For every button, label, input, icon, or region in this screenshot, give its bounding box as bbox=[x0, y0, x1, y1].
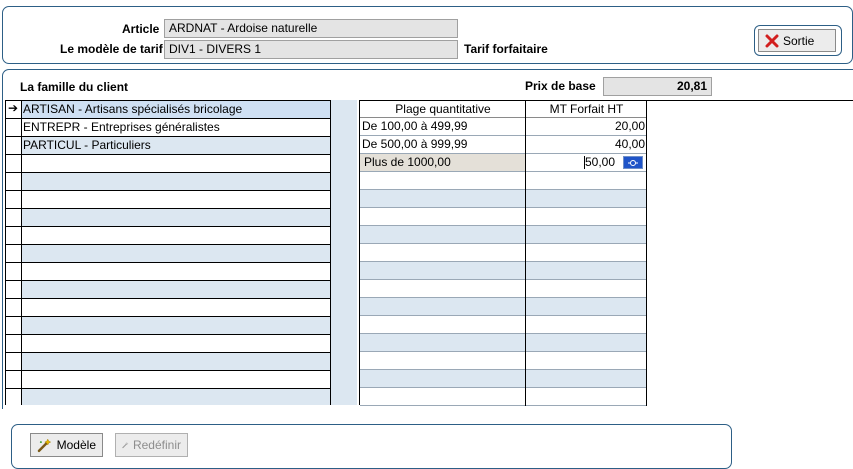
famille-client-label: La famille du client bbox=[20, 80, 129, 94]
list-item-famille[interactable]: ➔ ARTISAN - Artisans spécialisés bricola… bbox=[6, 101, 330, 119]
table-row-empty[interactable] bbox=[360, 172, 647, 190]
cell-plage: De 100,00 à 499,99 bbox=[362, 119, 468, 133]
close-icon bbox=[765, 34, 779, 47]
column-header-montant[interactable]: MT Forfait HT bbox=[526, 101, 647, 118]
modele-tarif-label: Le modèle de tarif bbox=[60, 42, 163, 56]
table-row[interactable]: Plus de 1000,00 50,00 bbox=[360, 154, 647, 172]
list-item-empty[interactable] bbox=[6, 299, 330, 317]
modele-button-label: Modèle bbox=[56, 438, 96, 452]
table-row-empty[interactable] bbox=[360, 208, 647, 226]
cell-plage: De 500,00 à 999,99 bbox=[362, 137, 468, 151]
list-item-empty[interactable] bbox=[6, 227, 330, 245]
calculator-icon[interactable] bbox=[623, 156, 643, 169]
list-item-label: PARTICUL - Particuliers bbox=[23, 138, 151, 152]
row-pointer-icon: ➔ bbox=[8, 101, 19, 115]
table-row-empty[interactable] bbox=[360, 370, 647, 388]
list-item-label: ENTREPR - Entreprises généralistes bbox=[23, 120, 220, 134]
sortie-button[interactable]: Sortie bbox=[758, 29, 836, 52]
text-cursor bbox=[584, 156, 585, 169]
sortie-button-frame: Sortie bbox=[754, 25, 842, 56]
table-row-empty[interactable] bbox=[360, 226, 647, 244]
list-item-empty[interactable] bbox=[6, 209, 330, 227]
table-row-empty[interactable] bbox=[360, 352, 647, 370]
redefinir-button[interactable]: Redéfinir bbox=[115, 433, 188, 457]
list-item-empty[interactable] bbox=[6, 317, 330, 335]
table-row[interactable]: De 100,00 à 499,99 20,00 bbox=[360, 118, 647, 136]
list-item-empty[interactable] bbox=[6, 263, 330, 281]
column-divider bbox=[525, 101, 526, 406]
table-row-empty[interactable] bbox=[360, 334, 647, 352]
tarif-type-label: Tarif forfaitaire bbox=[464, 42, 548, 56]
list-item-empty[interactable] bbox=[6, 245, 330, 263]
column-divider bbox=[646, 101, 647, 406]
list-item-empty[interactable] bbox=[6, 389, 330, 405]
list-item-famille[interactable]: ENTREPR - Entreprises généralistes bbox=[6, 119, 330, 137]
prix-base-field: 20,81 bbox=[603, 77, 712, 96]
list-item-empty[interactable] bbox=[6, 173, 330, 191]
list-item-label: ARTISAN - Artisans spécialisés bricolage bbox=[23, 102, 243, 116]
wand-icon bbox=[37, 438, 52, 453]
modele-tarif-field: DIV1 - DIVERS 1 bbox=[164, 40, 458, 59]
list-item-empty[interactable] bbox=[6, 191, 330, 209]
list-item-empty[interactable] bbox=[6, 353, 330, 371]
famille-list: ➔ ARTISAN - Artisans spécialisés bricola… bbox=[5, 100, 331, 405]
list-scroll-band bbox=[331, 100, 357, 405]
table-row-empty[interactable] bbox=[360, 244, 647, 262]
modele-button[interactable]: Modèle bbox=[30, 433, 103, 457]
redefinir-button-label: Redéfinir bbox=[132, 438, 181, 452]
column-header-plage[interactable]: Plage quantitative bbox=[360, 101, 526, 118]
cell-plage: Plus de 1000,00 bbox=[364, 155, 451, 169]
table-row-empty[interactable] bbox=[360, 280, 647, 298]
list-item-empty[interactable] bbox=[6, 155, 330, 173]
table-row-empty[interactable] bbox=[360, 190, 647, 208]
article-field: ARDNAT - Ardoise naturelle bbox=[164, 19, 458, 38]
list-item-famille[interactable]: PARTICUL - Particuliers bbox=[6, 137, 330, 155]
prix-base-label: Prix de base bbox=[525, 79, 596, 93]
sortie-button-label: Sortie bbox=[783, 33, 815, 48]
table-row-empty[interactable] bbox=[360, 388, 647, 406]
montant-edit-input[interactable]: 50,00 bbox=[526, 154, 647, 171]
table-row[interactable]: De 500,00 à 999,99 40,00 bbox=[360, 136, 647, 154]
table-row-empty[interactable] bbox=[360, 316, 647, 334]
cell-montant: 50,00 bbox=[585, 155, 616, 169]
wand-disabled-icon bbox=[122, 442, 129, 449]
cell-montant: 20,00 bbox=[614, 119, 645, 133]
list-item-empty[interactable] bbox=[6, 371, 330, 389]
list-item-empty[interactable] bbox=[6, 281, 330, 299]
list-item-empty[interactable] bbox=[6, 335, 330, 353]
cell-montant: 40,00 bbox=[614, 137, 645, 151]
tarif-grid: Plage quantitative MT Forfait HT De 100,… bbox=[359, 100, 853, 406]
article-label: Article bbox=[122, 22, 160, 36]
table-row-empty[interactable] bbox=[360, 262, 647, 280]
table-row-empty[interactable] bbox=[360, 298, 647, 316]
